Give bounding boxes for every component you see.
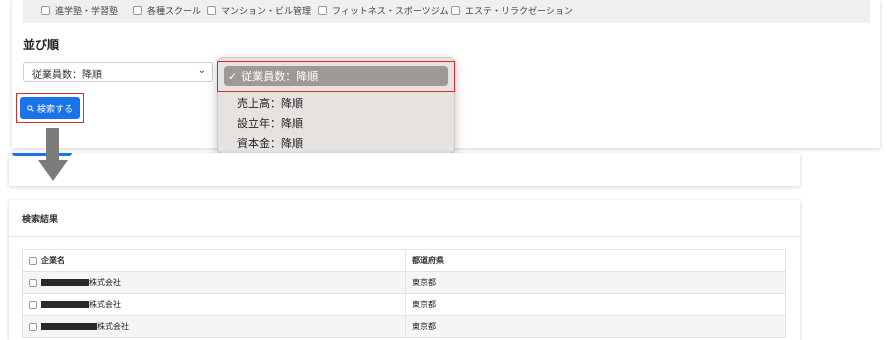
chevron-down-icon: ⌄ (197, 65, 206, 76)
checkbox-icon (41, 6, 50, 15)
redacted-text (41, 301, 89, 308)
company-suffix: 株式会社 (97, 322, 129, 331)
row-checkbox[interactable] (29, 278, 37, 287)
company-cell: 株式会社 (22, 293, 406, 316)
search-button[interactable]: 検索する (20, 97, 80, 119)
redacted-text (41, 323, 97, 330)
checkbox-icon (318, 6, 327, 15)
redacted-text (41, 279, 89, 286)
sort-select-value: 従業員数：降順 (32, 70, 102, 81)
category-checkbox[interactable]: エステ・リラクゼーション (451, 4, 573, 17)
table-row: 株式会社 東京都 (22, 271, 786, 294)
company-cell: 株式会社 (22, 315, 406, 338)
category-checkbox[interactable]: 進学塾・学習塾 (41, 4, 118, 17)
selected-option-highlight (217, 61, 455, 92)
checkbox-icon (451, 6, 460, 15)
table-row: 株式会社 東京都 (22, 293, 786, 316)
category-filter-strip: 進学塾・学習塾 各種スクール マンション・ビル管理 フィットネス・スポーツジム … (23, 0, 870, 23)
sort-option[interactable]: 資本金：降順 (237, 135, 303, 151)
checkbox-icon (133, 6, 142, 15)
table-row: 株式会社 東京都 (22, 315, 786, 338)
company-suffix: 株式会社 (89, 300, 121, 309)
row-checkbox[interactable] (29, 300, 37, 309)
sort-option[interactable]: 設立年：降順 (237, 115, 303, 131)
down-arrow-icon (46, 128, 59, 161)
prefecture-cell: 東京都 (405, 271, 786, 294)
search-icon (27, 104, 34, 112)
column-header-company: 企業名 (22, 249, 406, 272)
sort-option[interactable]: 売上高：降順 (237, 95, 303, 111)
search-button-edge (12, 153, 72, 156)
checkbox-icon (207, 6, 216, 15)
category-checkbox[interactable]: 各種スクール (133, 4, 201, 17)
company-suffix: 株式会社 (89, 278, 121, 287)
category-checkbox[interactable]: フィットネス・スポーツジム (318, 4, 449, 17)
search-panel-bottom (9, 153, 800, 186)
sort-select[interactable]: 従業員数：降順 ⌄ (23, 62, 213, 82)
down-arrow-head-icon (38, 160, 68, 181)
divider (9, 236, 800, 237)
sort-heading: 並び順 (23, 38, 60, 52)
search-button-label: 検索する (36, 104, 73, 115)
row-checkbox[interactable] (29, 322, 37, 331)
prefecture-cell: 東京都 (405, 293, 786, 316)
company-cell: 株式会社 (22, 271, 406, 294)
table-header-row: 企業名 都道府県 (22, 249, 786, 272)
category-checkbox[interactable]: マンション・ビル管理 (207, 4, 311, 17)
column-header-prefecture: 都道府県 (405, 249, 786, 272)
select-all-checkbox[interactable] (29, 256, 37, 265)
results-title: 検索結果 (22, 215, 59, 225)
prefecture-cell: 東京都 (405, 315, 786, 338)
results-table: 企業名 都道府県 株式会社 東京都 株式会社 東京都 株式会社 東京都 (22, 249, 786, 338)
